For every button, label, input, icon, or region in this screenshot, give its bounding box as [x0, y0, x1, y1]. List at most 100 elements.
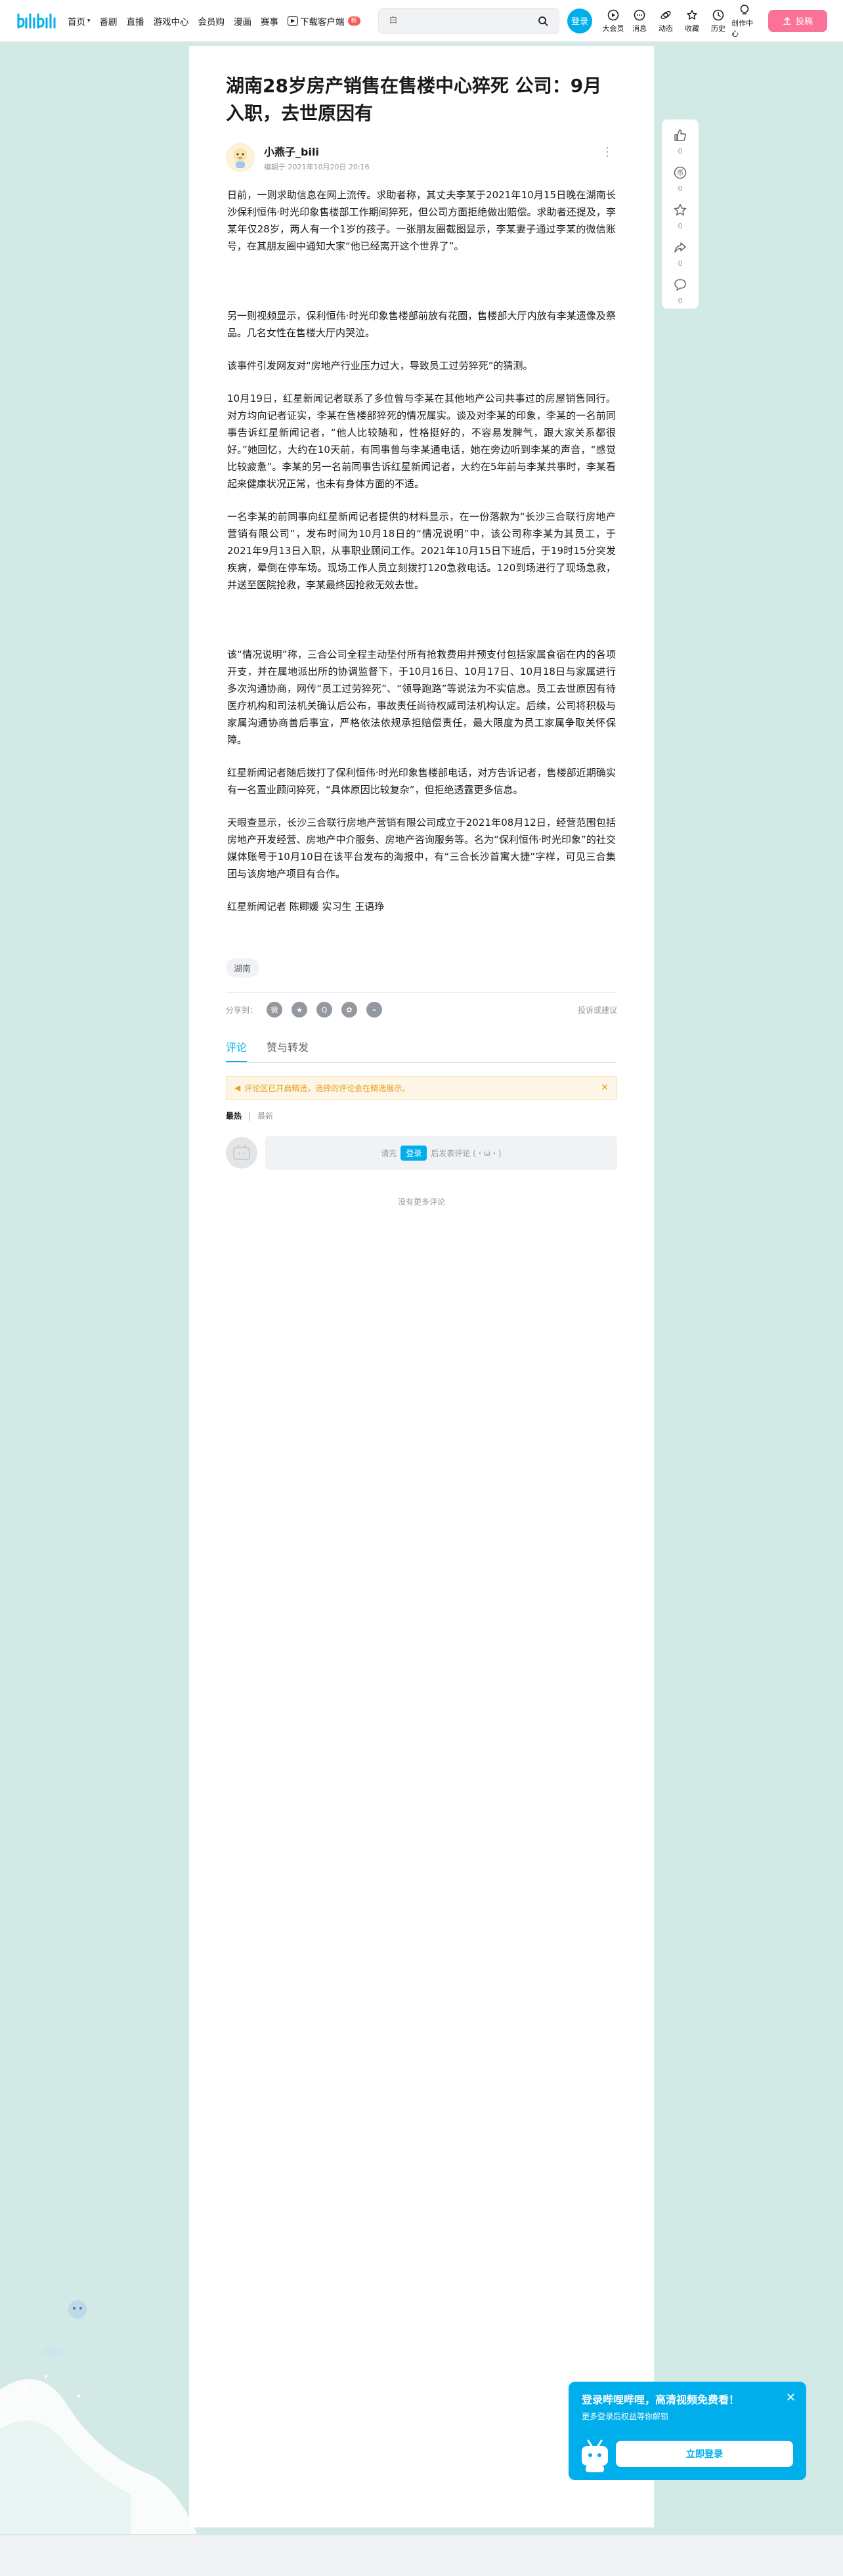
- close-icon[interactable]: ✕: [601, 1083, 609, 1093]
- nav-game-center[interactable]: 游戏中心: [149, 14, 194, 28]
- report-link[interactable]: 投诉或建议: [578, 1004, 617, 1016]
- popup-close-icon[interactable]: ✕: [786, 2391, 796, 2405]
- comment-input[interactable]: 请先 登录 后发表评论 (・ω・): [265, 1136, 617, 1170]
- search-bar: [378, 7, 559, 34]
- bulb-icon: [738, 3, 751, 16]
- tv-mascot-icon: [233, 1144, 250, 1160]
- popup-login-button[interactable]: 立即登录: [616, 2441, 793, 2467]
- nav-download-label: 下载客户端: [300, 16, 345, 28]
- notice-speaker-icon: ◀: [234, 1083, 241, 1092]
- header-right: 登录 大会员 消息 动态 收藏 历史 创作中心 投稿: [567, 3, 827, 39]
- bilibili-logo[interactable]: [16, 11, 56, 31]
- favorite-icon: [672, 202, 688, 218]
- qzone-icon[interactable]: ★: [292, 1002, 308, 1018]
- upload-button[interactable]: 投稿: [768, 9, 827, 32]
- author-row: 小燕子_bili 编辑于 2021年10月20日 20:16 ⋮: [226, 143, 617, 172]
- wechat-icon[interactable]: ✿: [341, 1002, 358, 1018]
- image-gap: [226, 255, 617, 291]
- search-icon: [538, 16, 548, 26]
- side-toolbar: 0 币 0 0 0 0: [662, 119, 699, 309]
- side-coin[interactable]: 币 0: [672, 165, 688, 193]
- more-options-icon[interactable]: ⋮: [601, 146, 613, 158]
- side-comment[interactable]: 0: [672, 277, 688, 305]
- entry-vip[interactable]: 大会员: [600, 9, 626, 33]
- comment-icon: [672, 277, 688, 293]
- bilibili-logo-icon: [17, 13, 56, 28]
- tv-mascot-icon: [582, 2439, 608, 2472]
- comment-count: 0: [678, 297, 683, 305]
- entry-vip-label: 大会员: [602, 24, 624, 33]
- coin-count: 0: [678, 184, 683, 193]
- top-header: 首页 ▾ 番剧 直播 游戏中心 会员购 漫画 赛事 ▶ 下载客户端 新 登录 大…: [0, 0, 843, 42]
- like-count: 0: [678, 147, 683, 156]
- nav-manga-label: 漫画: [234, 16, 252, 28]
- nav-home[interactable]: 首页 ▾: [63, 14, 95, 28]
- small-mascot-icon: [42, 2346, 63, 2357]
- article-paragraph: 另一则视频显示，保利恒伟·时光印象售楼部前放有花圈，售楼部大厅内放有李某遗像及祭…: [227, 310, 616, 339]
- tv-icon: [607, 9, 620, 22]
- nav-mall-label: 会员购: [198, 16, 225, 28]
- topic-tag[interactable]: 湖南: [226, 958, 259, 977]
- article-paragraph: 天眼查显示，长沙三合联行房地产营销有限公司成立于2021年08月12日，经营范围…: [227, 817, 616, 880]
- search-button[interactable]: [534, 12, 552, 30]
- comment-tabs: 评论 赞与转发: [226, 1039, 617, 1063]
- star-icon: [685, 9, 699, 22]
- entry-favorites[interactable]: 收藏: [679, 9, 705, 33]
- article-paragraph: 红星新闻记者随后拨打了保利恒伟·时光印象售楼部电话，对方告诉记者，售楼部近期确实…: [227, 767, 616, 796]
- nav-download-client[interactable]: ▶ 下载客户端 新: [283, 14, 365, 28]
- svg-text:币: 币: [677, 169, 683, 177]
- article: 湖南28岁房产销售在售楼中心猝死 公司：9月入职，去世原因有 小燕子_bili …: [226, 72, 617, 1207]
- background-decoration: [0, 2300, 197, 2534]
- nav-manga[interactable]: 漫画: [229, 14, 256, 28]
- favorite-count: 0: [678, 222, 683, 230]
- side-share[interactable]: 0: [672, 240, 688, 268]
- entry-dynamic-label: 动态: [659, 24, 673, 33]
- dynamic-icon: [659, 9, 672, 22]
- entry-history-label: 历史: [711, 24, 725, 33]
- search-input[interactable]: [389, 16, 534, 26]
- publish-time: 编辑于 2021年10月20日 20:16: [264, 163, 370, 171]
- nav-mall[interactable]: 会员购: [194, 14, 230, 28]
- entry-creator-center[interactable]: 创作中心: [731, 3, 758, 39]
- share-label: 分享到：: [226, 1005, 258, 1015]
- notice-text: 评论区已开启精选，选择的评论会在精选展示。: [244, 1083, 410, 1093]
- nav-live[interactable]: 直播: [122, 14, 149, 28]
- message-icon: [633, 9, 646, 22]
- history-icon: [712, 9, 725, 22]
- qq-icon[interactable]: Q: [316, 1002, 333, 1018]
- comment-notice: ◀ 评论区已开启精选，选择的评论会在精选展示。 ✕: [226, 1076, 617, 1100]
- comment-prefix: 请先: [381, 1148, 397, 1158]
- weibo-icon[interactable]: 微: [267, 1002, 283, 1018]
- comment-suffix: 后发表评论 (・ω・): [431, 1148, 502, 1158]
- sort-hot[interactable]: 最热: [226, 1110, 242, 1121]
- article-body: 日前，一则求助信息在网上流传。求助者称，其丈夫李某于2021年10月15日晚在湖…: [226, 186, 617, 915]
- side-favorite[interactable]: 0: [672, 202, 688, 230]
- nav-anime[interactable]: 番剧: [95, 14, 122, 28]
- entry-history[interactable]: 历史: [705, 9, 731, 33]
- link-icon[interactable]: ⌁: [366, 1002, 383, 1018]
- login-avatar-button[interactable]: 登录: [567, 8, 592, 33]
- entry-message[interactable]: 消息: [626, 9, 653, 33]
- upload-icon: [783, 16, 791, 25]
- comment-box: 请先 登录 后发表评论 (・ω・): [226, 1136, 617, 1170]
- no-more-comments: 没有更多评论: [397, 1197, 445, 1207]
- mascot-silhouette-icon: [68, 2300, 87, 2319]
- nav-esports[interactable]: 赛事: [256, 14, 283, 28]
- default-avatar: [226, 1137, 257, 1169]
- login-popup: 登录哔哩哔哩，高清视频免费看！ 更多登录后权益等你解锁 ✕ 立即登录: [569, 2382, 806, 2480]
- nav-game-center-label: 游戏中心: [153, 16, 189, 28]
- sort-divider: |: [248, 1111, 251, 1121]
- tab-comments[interactable]: 评论: [226, 1039, 248, 1062]
- author-avatar[interactable]: [226, 143, 255, 172]
- comment-login-button[interactable]: 登录: [400, 1145, 427, 1161]
- entry-dynamic[interactable]: 动态: [653, 9, 679, 33]
- share-icon: [672, 240, 688, 255]
- tab-likes-reposts[interactable]: 赞与转发: [267, 1039, 309, 1062]
- author-name[interactable]: 小燕子_bili: [264, 143, 370, 159]
- sort-new[interactable]: 最新: [257, 1110, 273, 1121]
- entry-favorites-label: 收藏: [685, 24, 699, 33]
- side-like[interactable]: 0: [672, 127, 688, 156]
- upload-label: 投稿: [795, 17, 813, 27]
- popup-subtitle: 更多登录后权益等你解锁: [582, 2412, 669, 2421]
- new-badge: 新: [347, 16, 360, 26]
